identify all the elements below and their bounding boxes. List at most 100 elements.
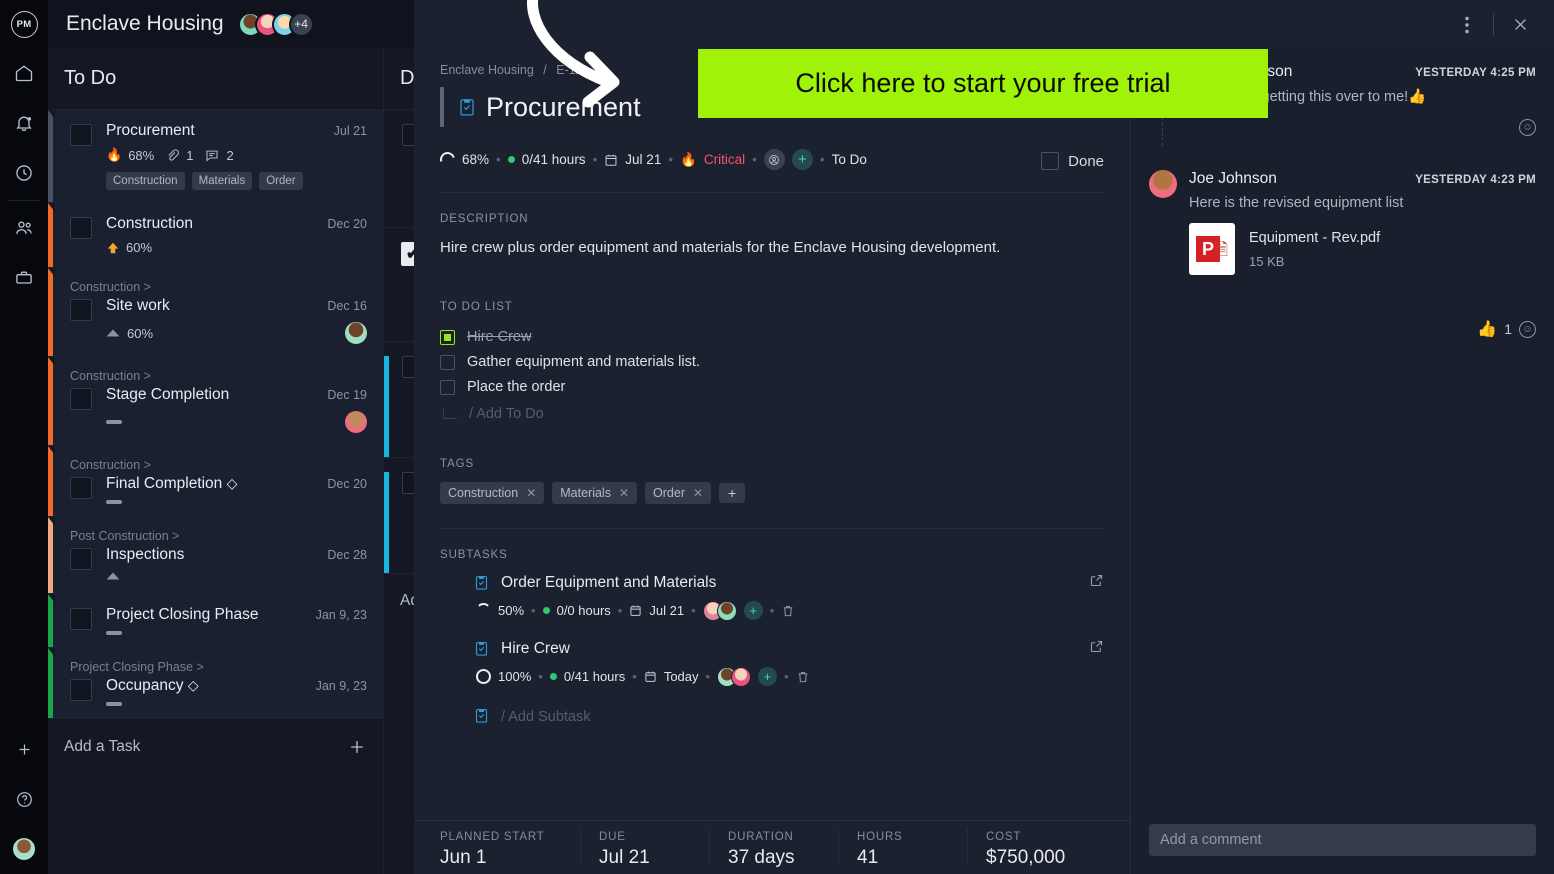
add-subtask-button[interactable]: / Add Subtask [474,707,1104,728]
subtask-row[interactable]: Hire Crew 100% • 0/41 hours • Today • + … [473,639,1104,687]
column-title: To Do [48,48,383,110]
open-external-icon[interactable] [1089,573,1104,593]
todo-checkbox[interactable] [440,354,455,370]
app-logo[interactable]: PM [0,0,48,48]
todo-label: Place the order [467,379,566,396]
add-assignee-button[interactable]: + [758,667,778,687]
todo-item[interactable]: Place the order [440,375,1104,400]
task-checkbox[interactable] [70,608,92,630]
subtask-assignees[interactable] [702,600,737,621]
footer-metric-value[interactable]: $750,000 [986,847,1065,869]
task-row[interactable]: Construction > Final Completion ◇ Dec 20 [48,446,383,517]
task-hours[interactable]: 0/41 hours [522,152,586,167]
meta-separator: • [531,603,536,619]
task-checkbox[interactable] [70,548,92,570]
done-checkbox[interactable] [1041,152,1060,170]
comment-attachment[interactable]: P 🗎 Equipment - Rev.pdf 15 KB [1189,223,1536,275]
sidebar-item-people[interactable] [0,203,48,253]
task-checkbox[interactable] [70,124,92,146]
subtask-hours[interactable]: 0/41 hours [564,669,625,684]
task-row[interactable]: Project Closing Phase > Occupancy ◇ Jan … [48,648,383,719]
comment-input[interactable]: Add a comment [1149,824,1536,856]
add-todo-button[interactable]: / Add To Do [440,400,1104,428]
task-checkbox[interactable] [70,217,92,239]
task-tag[interactable]: Materials [191,172,253,190]
task-row[interactable]: Construction Dec 20 60% [48,203,383,268]
free-trial-cta-banner[interactable]: Click here to start your free trial [698,49,1268,118]
modal-menu-button[interactable] [1447,5,1487,45]
thumbs-up-reaction[interactable]: 👍 [1477,319,1497,339]
add-reaction-icon[interactable]: ☺ [1519,119,1536,136]
add-tag-button[interactable]: + [719,482,746,503]
task-row[interactable]: Procurement Jul 21 🔥 68% 1 2 Constructio… [48,110,383,203]
tag-chip[interactable]: Construction ✕ [440,481,545,504]
task-priority-bar [48,110,55,202]
reaction-count: 1 [1504,321,1512,337]
todo-checkbox[interactable] [440,379,455,395]
trash-icon[interactable] [781,604,795,618]
footer-metric-value[interactable]: 37 days [728,847,832,869]
subtask-row[interactable]: Order Equipment and Materials 50% • 0/0 … [474,573,1104,621]
task-checkbox[interactable] [70,299,92,321]
footer-metric-value[interactable]: Jun 1 [440,847,574,869]
task-status[interactable]: To Do [832,152,867,167]
add-reaction-icon[interactable]: ☺ [1519,320,1536,338]
avatar[interactable] [1149,170,1177,198]
people-icon [16,221,32,234]
subtask-hours[interactable]: 0/0 hours [557,603,611,618]
assignee-icon[interactable] [763,149,785,170]
subtask-due[interactable]: Today [664,669,699,684]
footer-metric-label: COST [986,831,1022,843]
add-assignee-button[interactable]: + [743,601,763,621]
rail-add-button[interactable] [0,724,48,774]
add-task-button[interactable]: Add a Task [48,719,383,775]
rail-help-button[interactable] [0,774,48,824]
footer-metric-value[interactable]: 41 [857,847,961,869]
sidebar-item-notifications[interactable] [0,98,48,148]
task-row[interactable]: Construction > Site work Dec 16 60% [48,268,383,357]
footer-metric-value[interactable]: Jul 21 [599,847,703,869]
task-tag[interactable]: Construction [106,172,185,190]
sidebar-item-time[interactable] [0,148,48,198]
tag-chip[interactable]: Materials ✕ [552,481,638,504]
comment-text: Here is the revised equipment list [1189,195,1404,211]
tag-chip[interactable]: Order ✕ [645,481,712,504]
modal-close-button[interactable] [1500,5,1540,45]
task-row[interactable]: Post Construction > Inspections Dec 28 [48,517,383,594]
close-icon[interactable]: ✕ [619,486,629,500]
close-icon[interactable]: ✕ [526,486,536,500]
milestone-icon: ◇ [187,677,199,693]
task-tag[interactable]: Order [259,172,303,190]
trash-icon[interactable] [796,670,810,684]
task-checkbox[interactable] [70,388,92,410]
tag-label: Order [653,485,685,500]
breadcrumb-separator: / [543,63,547,77]
task-progress: 60% [126,240,153,255]
task-assignee-avatar[interactable] [345,411,367,433]
open-external-icon[interactable] [1089,639,1104,659]
task-checkbox[interactable] [70,477,92,499]
task-due-date[interactable]: Jul 21 [625,152,661,167]
breadcrumb-project[interactable]: Enclave Housing [440,63,534,77]
close-icon[interactable]: ✕ [693,486,703,500]
task-row[interactable]: Project Closing Phase Jan 9, 23 [48,594,383,648]
task-priority[interactable]: Critical [704,152,745,167]
task-checkbox[interactable] [70,679,92,701]
subtask-due[interactable]: Jul 21 [649,603,684,618]
project-members[interactable]: +4 [237,11,314,37]
rail-user-avatar[interactable] [0,824,48,874]
task-assignee-avatar[interactable] [345,322,367,344]
sidebar-item-home[interactable] [0,48,48,98]
task-row[interactable]: Construction > Stage Completion Dec 19 [48,357,383,446]
task-name: Construction [106,215,194,232]
task-description[interactable]: Hire crew plus order equipment and mater… [440,237,1104,259]
todo-item[interactable]: Gather equipment and materials list. [440,350,1104,375]
add-assignee-button[interactable]: + [791,149,813,170]
done-toggle[interactable]: Done [1041,152,1104,170]
subtask-assignees[interactable] [717,666,752,687]
todo-checkbox[interactable] [440,329,455,345]
toolbar-divider [1493,13,1494,36]
sidebar-item-portfolio[interactable] [0,253,48,303]
task-priority-bar [48,446,55,516]
todo-item[interactable]: Hire Crew [440,325,1104,350]
